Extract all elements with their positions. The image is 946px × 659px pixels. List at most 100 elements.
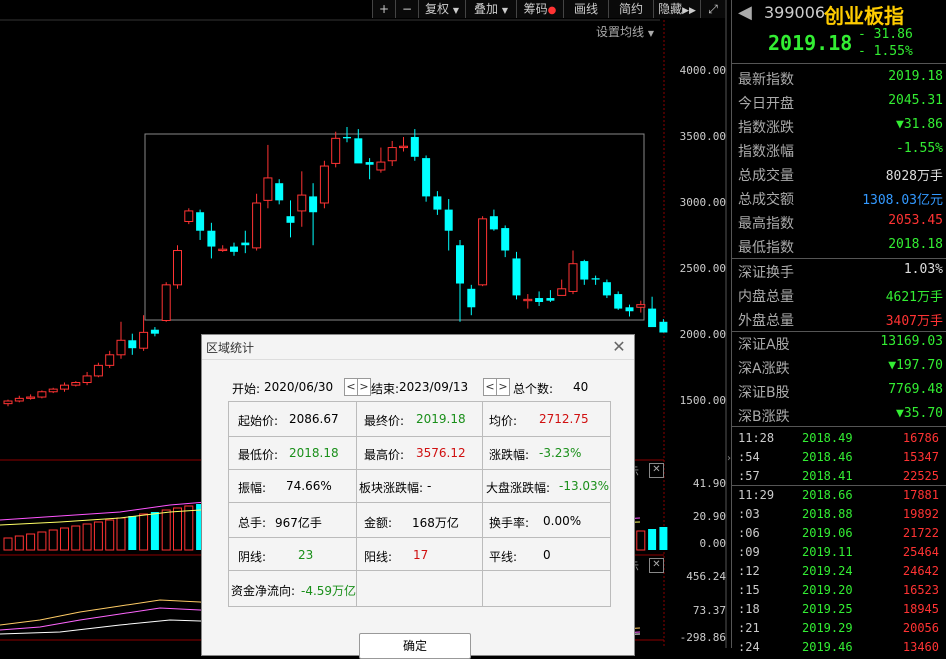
close-icon[interactable]: ✕: [610, 338, 628, 356]
candle-body: [116, 339, 126, 356]
stat-label: 总成交量: [738, 168, 794, 184]
candle-body: [614, 294, 623, 309]
tick-vol: 22525: [902, 469, 939, 483]
tongyue-button[interactable]: 简约: [608, 0, 653, 18]
stat-label: 最高指数: [738, 216, 794, 232]
candle-body: [93, 364, 103, 377]
volume-bar: [636, 530, 646, 551]
chouma-button[interactable]: 筹码●: [516, 0, 563, 18]
turnover-value: 0.00%: [543, 514, 582, 528]
chevron-left-icon[interactable]: ◀: [738, 2, 752, 23]
stat-value: 2053.45: [888, 213, 943, 228]
stat-value: 7769.48: [888, 382, 943, 397]
vol-axis-label: 0.00: [699, 537, 727, 550]
stat-label: 深B涨跌: [738, 409, 790, 425]
tick-price: 2019.24: [802, 564, 853, 578]
close-icon[interactable]: ✕: [649, 558, 664, 573]
diejia-button[interactable]: 叠加 ▼: [465, 0, 516, 18]
red-dot-icon: ●: [547, 5, 557, 16]
candle-body: [71, 382, 81, 386]
zoom-out-button[interactable]: −: [395, 0, 418, 18]
volume-bar: [648, 529, 657, 550]
fuquan-label: 复权: [425, 2, 450, 16]
candle-body: [354, 138, 363, 164]
tick-time: :06: [738, 526, 760, 540]
index-change: - 31.86: [858, 27, 913, 42]
flat-label: 平线:: [489, 550, 518, 564]
stat-value: ▼35.70: [896, 406, 943, 421]
tick-price: 2019.20: [802, 583, 853, 597]
stat-label: 最低指数: [738, 240, 794, 256]
candle-body: [523, 298, 533, 302]
candle-body: [184, 210, 194, 222]
volume-bar: [60, 527, 69, 551]
start-date: 2020/06/30: [264, 380, 334, 394]
end-prev-button[interactable]: <: [483, 378, 497, 396]
ind-axis-label: 73.37: [692, 604, 726, 617]
candle-body: [207, 230, 216, 247]
fullscreen-icon[interactable]: ⤢: [700, 0, 725, 18]
candle-body: [263, 177, 273, 201]
start-prev-button[interactable]: <: [344, 378, 358, 396]
tick-time: :21: [738, 621, 760, 635]
start-label: 开始:: [232, 382, 261, 396]
volume-bar: [26, 533, 36, 551]
dialog-titlebar[interactable]: 区域统计 ✕: [202, 335, 634, 360]
ok-button[interactable]: 确定: [359, 633, 471, 659]
candle-body: [512, 258, 521, 296]
candle-body: [48, 388, 58, 393]
close-icon[interactable]: ✕: [649, 463, 664, 478]
low-price: 2018.18: [289, 446, 339, 460]
index-price: 2019.18: [768, 31, 853, 55]
candle-body: [82, 375, 92, 384]
low-label: 最低价:: [238, 448, 279, 462]
stat-value: 4621万手: [885, 290, 943, 305]
candle-body: [568, 263, 578, 292]
tick-vol: 24642: [902, 564, 939, 578]
count-value: 40: [573, 380, 589, 394]
volume-bar: [93, 521, 103, 551]
stat-value: 3407万手: [885, 314, 943, 329]
stat-label: 总成交额: [738, 192, 794, 208]
candle-body: [331, 137, 341, 164]
stat-value: ▼197.70: [888, 358, 943, 373]
huaxian-button[interactable]: 画线: [563, 0, 608, 18]
tick-time: 11:29: [738, 488, 775, 502]
flat-value: 0: [543, 548, 551, 562]
turnover-label: 换手率:: [489, 516, 530, 530]
candle-body: [297, 194, 307, 212]
stat-row: 深证B股 7769.48: [732, 379, 946, 403]
start-next-button[interactable]: >: [357, 378, 371, 396]
amt-label: 金额:: [364, 516, 393, 530]
tick-price: 2018.66: [802, 488, 853, 502]
zoom-in-button[interactable]: +: [372, 0, 395, 18]
fuquan-button[interactable]: 复权 ▼: [418, 0, 465, 18]
volume-bar: [3, 537, 13, 551]
end-next-button[interactable]: >: [496, 378, 510, 396]
yincang-button[interactable]: 隐藏▶▶: [653, 0, 700, 18]
chevron-down-icon: ▼: [647, 29, 654, 38]
tick-vol: 20056: [902, 621, 939, 635]
price-axis-label: 4000.00: [679, 64, 726, 77]
tick-price: 2019.25: [802, 602, 853, 616]
avg-label: 均价:: [489, 414, 518, 428]
candle-body: [230, 246, 238, 252]
candle-body: [489, 216, 498, 230]
tick-row: :03 2018.88 19892: [732, 505, 946, 524]
chevron-down-icon: ▼: [452, 6, 459, 15]
index-change-pct: - 1.55%: [858, 44, 913, 59]
tick-row: :21 2019.29 20056: [732, 619, 946, 638]
down-label: 阴线:: [238, 550, 267, 564]
up-value: 17: [413, 548, 429, 562]
stat-label: 今日开盘: [738, 96, 794, 112]
stat-row: 最低指数 2018.18: [732, 234, 946, 258]
tick-vol: 21722: [902, 526, 939, 540]
stat-label: 指数涨幅: [738, 144, 794, 160]
candle-body: [580, 261, 589, 280]
tick-time: :09: [738, 545, 760, 559]
volume-bar: [116, 517, 126, 551]
price-axis-label: 3500.00: [679, 130, 726, 143]
stat-row: 最高指数 2053.45: [732, 210, 946, 234]
ma-settings-button[interactable]: 设置均线 ▼: [596, 23, 654, 40]
stat-value: 2018.18: [888, 237, 943, 252]
